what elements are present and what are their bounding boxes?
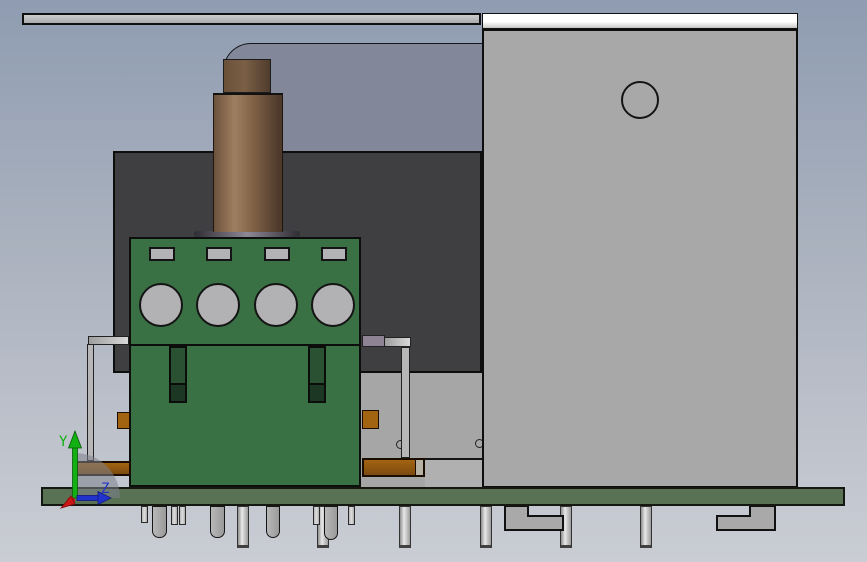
adjuster-hole [139,283,183,327]
axis-label-y: Y [59,434,68,450]
board-pin [237,506,249,548]
relay-box-top-highlight [482,13,798,29]
copper-bar-right [362,458,425,477]
mounting-bar[interactable] [22,13,481,25]
bracket-arm-left [88,336,129,345]
adjuster-hole [254,283,298,327]
z-axis-arrow [76,495,100,501]
side-panel-lower-strip [425,458,482,488]
terminal-pad [206,247,232,261]
component-pin [210,506,225,538]
y-axis-arrow [72,446,78,499]
axis-label-z: Z [101,481,109,497]
terminal-pad [149,247,175,261]
mount-slot-upper [308,346,326,385]
component-pin [152,506,167,538]
board-pin [640,506,652,548]
adjuster-hole [196,283,240,327]
mount-slot-upper [169,346,187,385]
component-pin [324,506,338,540]
mount-slot-lower [308,383,326,403]
component-pin [313,506,320,525]
solder-tab-right [716,505,776,531]
terminal-pad [264,247,290,261]
shaft-tip[interactable] [223,59,271,93]
copper-block-right [362,410,379,429]
potentiometer-body[interactable] [129,237,361,487]
solder-tab-left [504,505,564,531]
spacer-block-right [362,335,385,347]
pcb-board[interactable] [41,487,845,506]
terminal-pad [321,247,347,261]
triad-rotation-wedge [75,453,120,498]
component-pin [171,506,178,525]
component-pin [266,506,280,538]
component-pin [348,506,355,525]
potentiometer-shaft[interactable] [213,93,283,232]
component-pin [179,506,186,525]
adjuster-hole [311,283,355,327]
axis-triad: Y Z [59,429,120,509]
bracket-arm-right [384,337,411,347]
board-pin [480,506,492,548]
mount-slot-lower [169,383,187,403]
copper-bar-end [415,460,423,475]
bracket-wire-right [401,347,410,458]
board-pin [560,506,572,548]
board-pin [399,506,411,548]
y-axis-arrowhead [67,429,83,449]
relay-box-hole [621,81,659,119]
cad-viewport[interactable]: Y Z [0,0,867,562]
